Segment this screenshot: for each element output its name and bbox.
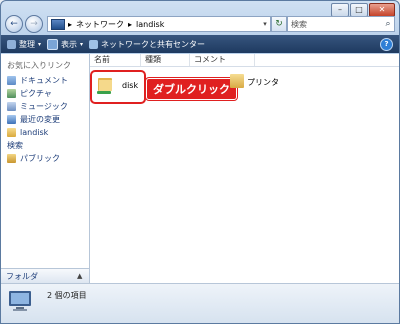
sidebar-item-music[interactable]: ミュージック [7, 100, 68, 113]
chevron-down-icon: ▾ [80, 40, 84, 48]
network-center-label: ネットワークと共有センター [101, 39, 206, 49]
chevron-down-icon: ▾ [38, 40, 42, 48]
nav-buttons: ← → [5, 15, 43, 33]
address-bar[interactable]: ▸ ネットワーク ▸ landisk ▾ [47, 16, 271, 32]
public-folder-icon [7, 154, 16, 163]
toolbar: 整理 ▾ 表示 ▾ ネットワークと共有センター ? [1, 35, 399, 53]
maximize-button[interactable]: □ [350, 3, 368, 17]
sidebar-item-public[interactable]: パブリック [7, 152, 68, 165]
folders-toggle[interactable]: フォルダ ▲ [1, 268, 89, 283]
breadcrumb-separator: ▸ [128, 19, 133, 29]
view-icon [47, 38, 59, 50]
breadcrumb-separator: ▸ [68, 19, 73, 29]
column-headers: 名前 種類 コメント [90, 54, 399, 67]
sidebar-item-label: ミュージック [20, 102, 68, 111]
item-count: 2 個の項目 [47, 291, 87, 300]
folder-icon [7, 128, 16, 137]
column-header-comment[interactable]: コメント [190, 54, 255, 66]
organize-icon [7, 39, 16, 49]
network-center-button[interactable]: ネットワークと共有センター [89, 39, 205, 50]
folders-label: フォルダ [6, 271, 38, 281]
share-item-printer[interactable]: プリンタ [230, 74, 290, 94]
sidebar-item-label: ドキュメント [20, 76, 68, 85]
sidebar-item-label: 最近の変更 [20, 115, 60, 124]
view-label: 表示 [61, 39, 78, 49]
file-list-pane: 名前 種類 コメント disk ダブルクリック プリンタ [90, 54, 399, 283]
network-icon [89, 39, 99, 49]
printer-folder-icon [230, 74, 244, 88]
help-button[interactable]: ? [380, 37, 393, 51]
back-button[interactable]: ← [5, 15, 23, 33]
share-item-disk[interactable]: disk [90, 70, 146, 104]
favorites-list: ドキュメント ピクチャ ミュージック 最近の変更 landisk 検索 パブリッ… [7, 74, 304, 165]
window-controls: – □ ✕ [331, 3, 395, 17]
search-box[interactable]: 検索 ⌕ [287, 16, 395, 32]
sidebar-item-landisk[interactable]: landisk [7, 126, 68, 139]
documents-icon [7, 76, 16, 85]
details-pane: 2 個の項目 [1, 283, 399, 323]
double-click-annotation: ダブルクリック [146, 78, 237, 100]
sidebar-item-label: landisk [20, 128, 49, 137]
column-header-type[interactable]: 種類 [141, 54, 190, 66]
sidebar-item-label: 検索 [7, 141, 23, 150]
breadcrumb-network[interactable]: ネットワーク [76, 19, 124, 30]
pictures-icon [7, 89, 16, 98]
network-computer-icon [51, 18, 65, 30]
explorer-window: – □ ✕ ← → ▸ ネットワーク ▸ landisk ▾ ↻ 検索 ⌕ 整理… [0, 0, 400, 324]
chevron-down-icon[interactable]: ▾ [260, 20, 270, 28]
share-item-label: プリンタ [247, 78, 279, 87]
sidebar-item-search[interactable]: 検索 [7, 89, 304, 152]
navigation-pane: お気に入りリンク ドキュメント ピクチャ ミュージック 最近の変更 landis… [1, 54, 304, 283]
sidebar-item-label: ピクチャ [20, 89, 52, 98]
breadcrumb-landisk[interactable]: landisk [136, 20, 164, 29]
search-icon[interactable]: ⌕ [382, 19, 394, 29]
view-button[interactable]: 表示 ▾ [47, 38, 84, 50]
music-icon [7, 102, 16, 111]
share-item-label: disk [122, 81, 139, 90]
search-input[interactable]: 検索 [288, 19, 382, 30]
organize-button[interactable]: 整理 ▾ [7, 39, 41, 50]
sidebar-item-documents[interactable]: ドキュメント [7, 74, 68, 87]
shared-folder-icon [97, 78, 112, 94]
favorites-header: お気に入りリンク [7, 61, 71, 70]
sidebar-item-recent[interactable]: 最近の変更 [7, 113, 68, 126]
column-header-name[interactable]: 名前 [90, 54, 141, 66]
chevron-up-icon: ▲ [77, 272, 83, 280]
close-button[interactable]: ✕ [369, 3, 395, 17]
refresh-button[interactable]: ↻ [271, 16, 287, 32]
computer-icon [9, 291, 31, 311]
sidebar-item-label: パブリック [20, 154, 60, 163]
organize-label: 整理 [19, 39, 35, 49]
forward-button[interactable]: → [25, 15, 43, 33]
recent-changes-icon [7, 115, 16, 124]
sidebar-item-pictures[interactable]: ピクチャ [7, 87, 68, 100]
minimize-button[interactable]: – [331, 3, 349, 17]
